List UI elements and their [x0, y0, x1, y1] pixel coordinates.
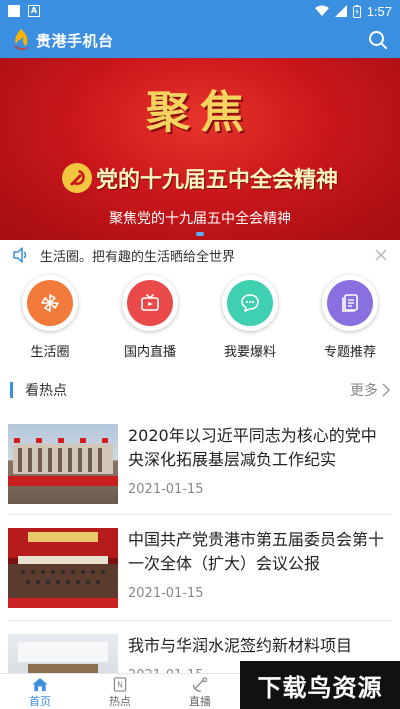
search-icon [369, 31, 387, 49]
hot-topics-header: 看热点 更多 [0, 375, 400, 405]
quick-item-life-circle[interactable]: 生活圈 [0, 275, 100, 367]
battery-icon [352, 4, 361, 18]
news-title: 2020年以习近平同志为核心的党中央深化拓展基层减负工作纪实 [128, 426, 377, 469]
watermark: 下载鸟资源 [240, 661, 400, 709]
section-accent-bar [10, 382, 13, 398]
section-title: 看热点 [25, 383, 67, 399]
news-item[interactable]: 中国共产党贵港市第五届委员会第十一次全体（扩大）会议公报 2021-01-15 [0, 528, 400, 608]
news-date: 2021-01-15 [128, 482, 204, 497]
quick-label: 生活圈 [30, 345, 70, 360]
divider [8, 514, 392, 515]
chat-icon [241, 294, 259, 312]
banner-subtitle-text: 党的十九届五中全会精神 [95, 168, 338, 193]
app-notification-icon: A [28, 5, 40, 17]
status-time: 1:57 [366, 3, 392, 19]
nav-item-live[interactable]: 直播 [160, 674, 240, 709]
tv-icon [141, 294, 159, 311]
banner-headline: 聚焦 [146, 87, 254, 138]
banner-caption: 聚焦党的十九届五中全会精神 [109, 211, 291, 227]
status-bar: A 1:57 [0, 0, 400, 22]
svg-text:N: N [117, 680, 123, 689]
banner-subtitle: 党的十九届五中全会精神 [0, 162, 400, 194]
quick-menu: 生活圈 国内直播 我要爆料 专题推荐 [0, 275, 400, 367]
news-title: 我市与华润水泥签约新材料项目 [128, 636, 353, 655]
nav-item-home[interactable]: 首页 [0, 674, 80, 709]
document-icon [342, 294, 358, 312]
nav-label: 首页 [29, 695, 51, 708]
more-link[interactable]: 更多 [350, 380, 390, 400]
notification-icon [8, 5, 20, 17]
nav-label: 热点 [109, 695, 131, 708]
banner-carousel[interactable]: 聚焦 党的十九届五中全会精神 聚焦党的十九届五中全会精神 [0, 58, 400, 240]
news-item[interactable]: 2020年以习近平同志为核心的党中央深化拓展基层减负工作纪实 2021-01-1… [0, 424, 400, 504]
signal-icon [334, 5, 347, 17]
quick-label: 我要爆料 [223, 345, 276, 360]
news-title: 中国共产党贵港市第五届委员会第十一次全体（扩大）会议公报 [128, 530, 385, 573]
nav-label: 直播 [189, 695, 211, 708]
more-label: 更多 [350, 383, 378, 399]
app-title: 贵港手机台 [36, 31, 114, 50]
party-emblem-icon [61, 163, 92, 193]
nav-item-hot[interactable]: N 热点 [80, 674, 160, 709]
quick-label: 专题推荐 [323, 345, 376, 360]
quick-item-domestic-live[interactable]: 国内直播 [100, 275, 200, 367]
app-logo-icon [13, 29, 29, 50]
search-button[interactable] [366, 28, 390, 52]
close-icon[interactable] [374, 248, 388, 262]
home-icon [32, 677, 48, 692]
wifi-icon [314, 5, 329, 16]
news-thumbnail [8, 528, 118, 608]
app-header: 贵港手机台 [0, 22, 400, 58]
notice-bar[interactable]: 生活圈。把有趣的生活晒给全世界 [0, 242, 400, 268]
quick-item-featured[interactable]: 专题推荐 [300, 275, 400, 367]
pinwheel-icon [41, 294, 59, 312]
chevron-right-icon [382, 383, 390, 397]
news-thumbnail [8, 424, 118, 504]
live-icon [192, 677, 208, 692]
news-date: 2021-01-15 [128, 586, 204, 601]
carousel-indicator [0, 232, 400, 236]
speaker-icon [13, 247, 27, 263]
notice-text: 生活圈。把有趣的生活晒给全世界 [40, 249, 236, 265]
quick-item-report[interactable]: 我要爆料 [200, 275, 300, 367]
carousel-dot [196, 232, 204, 236]
news-icon: N [113, 677, 127, 692]
quick-label: 国内直播 [123, 345, 176, 360]
divider [8, 620, 392, 621]
